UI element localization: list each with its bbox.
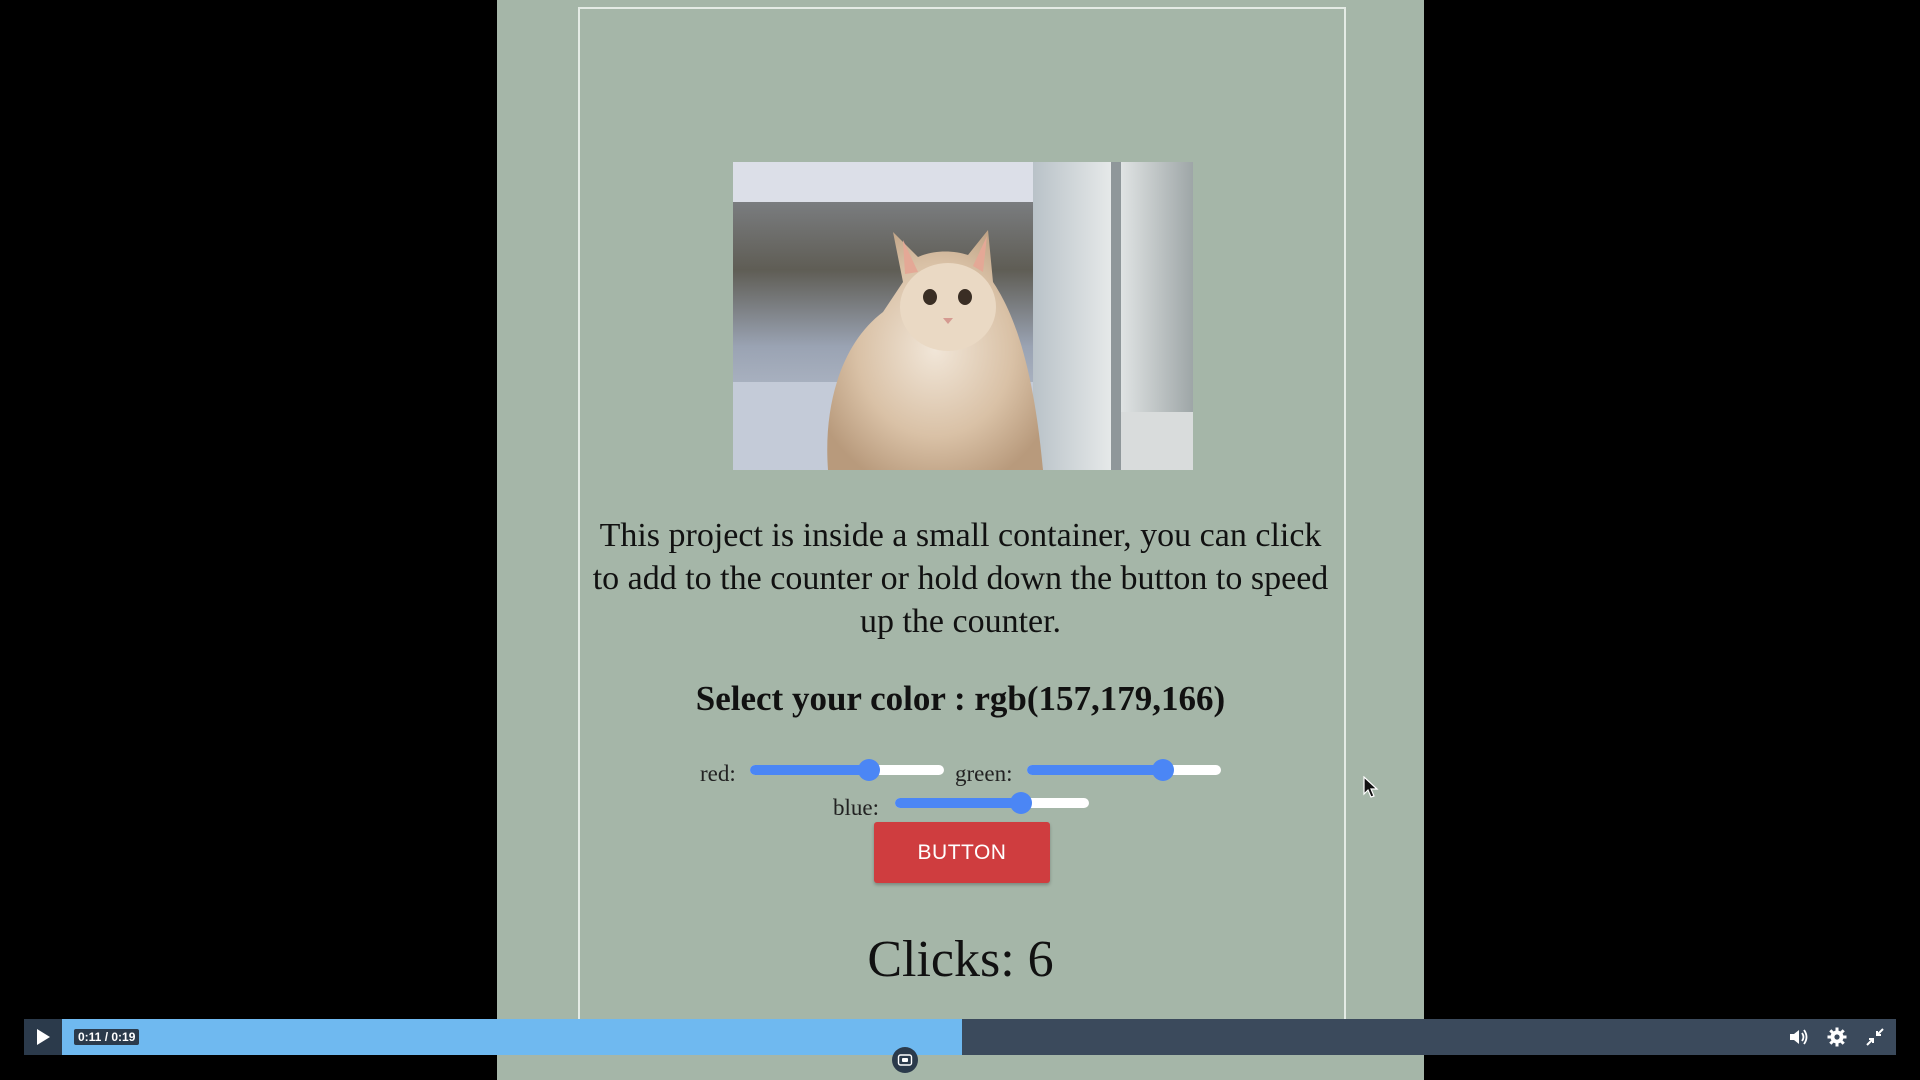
settings-button[interactable] [1826,1026,1848,1048]
play-button[interactable] [24,1019,62,1055]
volume-icon [1790,1029,1808,1045]
video-player[interactable]: This project is inside a small container… [0,0,1920,1080]
picture-in-picture-icon [897,1054,913,1066]
gear-icon [1827,1027,1847,1047]
progress-bar[interactable] [62,1019,962,1055]
green-slider[interactable] [1027,759,1221,781]
blue-slider-fill [895,798,1022,808]
play-icon [37,1029,50,1045]
blue-slider[interactable] [895,792,1089,814]
green-slider-fill [1027,765,1164,775]
counter-button[interactable]: BUTTON [874,822,1050,883]
exit-fullscreen-icon [1866,1028,1884,1046]
blue-slider-label: blue: [833,795,879,820]
cat-image [733,162,1193,470]
project-description: This project is inside a small container… [592,517,1329,640]
video-frame: This project is inside a small container… [497,0,1424,1080]
mouse-cursor-icon [1363,776,1379,798]
time-display: 0:11 / 0:19 [74,1029,140,1045]
color-heading: Select your color : rgb(157,179,166) [695,679,1226,718]
red-slider-fill [750,765,870,775]
green-slider-label: green: [955,761,1013,786]
volume-button[interactable] [1788,1026,1810,1048]
red-slider-label: red: [700,761,736,786]
green-slider-thumb[interactable] [1152,759,1175,781]
clicks-counter: Clicks: 6 [867,931,1054,988]
red-slider[interactable] [750,759,944,781]
player-control-bar: 0:11 / 0:19 [24,1019,1896,1055]
picture-in-picture-button[interactable] [892,1047,918,1073]
exit-fullscreen-button[interactable] [1864,1026,1886,1048]
